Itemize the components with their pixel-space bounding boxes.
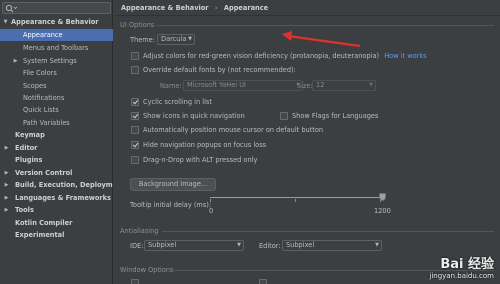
sidebar-item-path-variables[interactable]: Path Variables <box>0 117 113 129</box>
drag-n-drop-label: Drag-n-Drop with ALT pressed only <box>143 156 258 164</box>
sidebar-item-version-control[interactable]: ▶ Version Control <box>0 167 113 179</box>
sidebar-item-notifications[interactable]: Notifications <box>0 92 113 104</box>
show-flags-checkbox[interactable] <box>280 112 288 120</box>
dropdown-arrow-icon: ▼ <box>237 242 241 248</box>
ide-aa-value: Subpixel <box>148 241 177 249</box>
override-fonts-checkbox[interactable] <box>131 66 139 74</box>
search-icon <box>5 4 17 13</box>
breadcrumb: Appearance & Behavior › Appearance <box>114 0 500 16</box>
settings-content: Appearance & Behavior › Appearance UI Op… <box>114 0 500 284</box>
hide-nav-popups-checkbox[interactable] <box>131 141 139 149</box>
settings-search-input[interactable] <box>2 2 111 14</box>
sidebar-item-experimental[interactable]: Experimental <box>0 229 113 241</box>
cyclic-scrolling-label: Cyclic scrolling in list <box>143 98 212 106</box>
font-name-label: Name: <box>160 82 182 90</box>
dropdown-arrow-icon: ▼ <box>188 36 192 42</box>
antialiasing-title: Antialiasing <box>120 227 159 235</box>
sidebar-item-scopes[interactable]: Scopes <box>0 80 113 92</box>
sidebar-item-system-settings[interactable]: ▶ System Settings <box>0 55 113 67</box>
slider-thumb[interactable] <box>379 193 386 201</box>
chevron-down-icon: ▼ <box>3 19 8 25</box>
tooltip-delay-max: 1200 <box>374 207 391 215</box>
chevron-right-icon: ▶ <box>4 145 9 151</box>
show-icons-nav-label: Show icons in quick navigation <box>143 112 245 120</box>
font-size-label: Size: <box>297 82 313 90</box>
theme-combo[interactable]: Darcula ▼ <box>157 34 195 45</box>
font-name-value: Microsoft YaHei UI <box>187 81 246 89</box>
sidebar-item-editor[interactable]: ▶ Editor <box>0 142 113 154</box>
adjust-colors-checkbox[interactable] <box>131 52 139 60</box>
sidebar-item-tools[interactable]: ▶ Tools <box>0 204 113 216</box>
window-option-checkbox[interactable] <box>131 279 139 284</box>
hide-nav-popups-label: Hide navigation popups on focus loss <box>143 141 267 149</box>
dropdown-arrow-icon: ▼ <box>375 242 379 248</box>
window-option-checkbox[interactable] <box>259 279 267 284</box>
background-image-button[interactable]: Background Image... <box>130 178 216 191</box>
show-icons-nav-checkbox[interactable] <box>131 112 139 120</box>
tooltip-delay-min: 0 <box>209 207 214 215</box>
slider-tick <box>210 199 211 202</box>
editor-aa-combo[interactable]: Subpixel ▼ <box>282 240 382 251</box>
sidebar-item-plugins[interactable]: Plugins <box>0 154 113 166</box>
sidebar-item-quick-lists[interactable]: Quick Lists <box>0 104 113 116</box>
window-options-title: Window Options <box>120 266 174 274</box>
baidu-watermark: Bai 经验 jingyan.baidu.com <box>429 253 494 280</box>
breadcrumb-parent: Appearance & Behavior <box>121 4 209 12</box>
sidebar-item-languages-frameworks[interactable]: ▶ Languages & Frameworks <box>0 192 113 204</box>
sidebar-item-appearance[interactable]: Appearance <box>0 29 113 41</box>
slider-tick <box>295 199 296 202</box>
ide-aa-combo[interactable]: Subpixel ▼ <box>144 240 244 251</box>
theme-value: Darcula <box>161 35 187 43</box>
tooltip-delay-slider[interactable] <box>210 197 380 198</box>
annotation-arrow-icon <box>282 31 361 48</box>
editor-aa-value: Subpixel <box>286 241 315 249</box>
adjust-colors-label: Adjust colors for red-green vision defic… <box>143 52 427 60</box>
auto-cursor-label: Automatically position mouse cursor on d… <box>143 126 324 134</box>
override-fonts-label: Override default fonts by (not recommend… <box>143 66 296 74</box>
ide-aa-label: IDE: <box>130 242 144 250</box>
show-flags-label: Show Flags for Languages <box>292 112 379 120</box>
chevron-right-icon: ▶ <box>13 58 18 64</box>
drag-n-drop-checkbox[interactable] <box>131 156 139 164</box>
watermark-url: jingyan.baidu.com <box>429 272 494 280</box>
chevron-right-icon: ▶ <box>4 207 9 213</box>
dropdown-arrow-icon: ▼ <box>369 82 373 88</box>
breadcrumb-separator: › <box>214 4 218 12</box>
font-size-value: 12 <box>316 81 325 89</box>
section-divider <box>162 231 494 232</box>
theme-label: Theme: <box>130 36 155 44</box>
sidebar-item-keymap[interactable]: Keymap <box>0 129 113 141</box>
watermark-logo: Bai 经验 <box>440 257 494 272</box>
section-divider <box>156 25 494 26</box>
sidebar-item-menus-toolbars[interactable]: Menus and Toolbars <box>0 42 113 54</box>
tooltip-delay-label: Tooltip initial delay (ms): <box>130 201 212 209</box>
font-name-combo[interactable]: Microsoft YaHei UI ▼ <box>183 80 303 91</box>
font-size-combo[interactable]: 12 ▼ <box>312 80 376 91</box>
editor-aa-label: Editor: <box>259 242 281 250</box>
auto-cursor-checkbox[interactable] <box>131 126 139 134</box>
chevron-right-icon: ▶ <box>4 195 9 201</box>
chevron-right-icon: ▶ <box>4 182 9 188</box>
sidebar-item-file-colors[interactable]: File Colors <box>0 67 113 79</box>
chevron-right-icon: ▶ <box>4 170 9 176</box>
breadcrumb-current: Appearance <box>223 4 269 12</box>
cyclic-scrolling-checkbox[interactable] <box>131 98 139 106</box>
sidebar-item-appearance-behavior[interactable]: ▼ Appearance & Behavior <box>0 16 113 28</box>
settings-sidebar: ▼ Appearance & Behavior Appearance Menus… <box>0 0 113 284</box>
sidebar-item-build-execution-deployment[interactable]: ▶ Build, Execution, Deployment <box>0 179 113 191</box>
sidebar-item-kotlin-compiler[interactable]: Kotlin Compiler <box>0 217 113 229</box>
how-it-works-link[interactable]: How it works <box>384 52 426 60</box>
ui-options-title: UI Options <box>120 21 155 29</box>
